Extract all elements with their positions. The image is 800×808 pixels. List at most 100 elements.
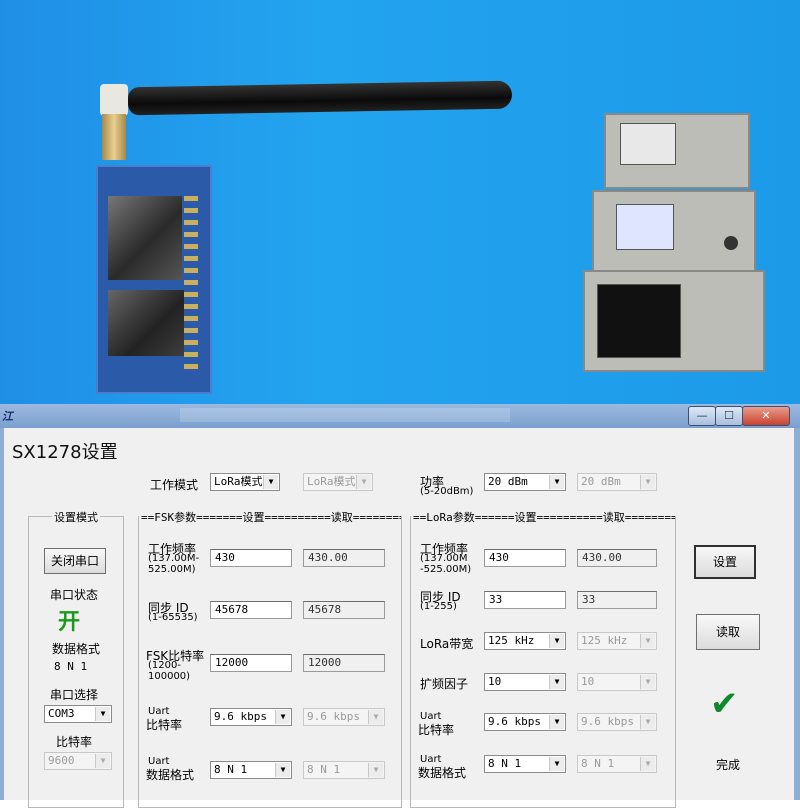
- set-button[interactable]: 设置: [694, 545, 756, 579]
- fsk-uart-rate-value: 9.6 kbps: [214, 710, 267, 723]
- chevron-down-icon: ▼: [263, 475, 278, 489]
- app-icon: 江: [2, 410, 13, 423]
- lora-freq-read: 430.00: [577, 549, 657, 567]
- fsk-sync-read: 45678: [303, 601, 385, 619]
- signal-generator: [592, 190, 756, 272]
- port-select-value: COM3: [48, 707, 75, 720]
- header-pins: [184, 196, 198, 376]
- rf-shield-lower: [108, 290, 196, 356]
- lora-uart-fmt-select[interactable]: 8 N 1 ▼: [484, 755, 566, 773]
- title-text-area: [180, 408, 510, 422]
- chevron-down-icon: ▼: [549, 634, 564, 648]
- done-label: 完成: [716, 758, 741, 772]
- minimize-button[interactable]: —: [688, 406, 716, 426]
- port-status-value: 开: [58, 610, 81, 635]
- lora-sf-value: 10: [488, 675, 502, 688]
- lora-uart-rate-value: 9.6 kbps: [488, 715, 541, 728]
- chevron-down-icon: ▼: [549, 475, 564, 489]
- chevron-down-icon: ▼: [549, 675, 564, 689]
- chevron-down-icon: ▼: [640, 757, 655, 771]
- network-analyzer: [583, 270, 765, 372]
- chevron-down-icon: ▼: [95, 754, 110, 768]
- lora-sync-range: (1-255): [420, 601, 457, 612]
- chevron-down-icon: ▼: [549, 715, 564, 729]
- chevron-down-icon: ▼: [95, 707, 110, 721]
- window-frame-left: [0, 428, 4, 800]
- lora-sync-read: 33: [577, 591, 657, 609]
- fsk-uart-fmt-read: 8 N 1 ▼: [303, 761, 385, 779]
- fsk-bitrate-range-2: 100000): [148, 671, 191, 682]
- power-select[interactable]: 20 dBm ▼: [484, 473, 566, 491]
- chevron-down-icon: ▼: [640, 675, 655, 689]
- mode-read: LoRa模式 ▼: [303, 473, 373, 491]
- lora-uart-rate-select[interactable]: 9.6 kbps ▼: [484, 713, 566, 731]
- baud-label: 比特率: [56, 735, 93, 749]
- fsk-uart-fmt-select[interactable]: 8 N 1 ▼: [210, 761, 292, 779]
- fsk-bitrate-read: 12000: [303, 654, 385, 672]
- power-read-value: 20 dBm: [581, 475, 621, 488]
- lora-freq-range-1: (137.00M: [420, 553, 468, 564]
- chevron-down-icon: ▼: [640, 475, 655, 489]
- lora-uart-fmt-value: 8 N 1: [488, 757, 522, 770]
- chevron-down-icon: ▼: [368, 710, 383, 724]
- lora-sf-select[interactable]: 10 ▼: [484, 673, 566, 691]
- data-format-value: 8 N 1: [54, 660, 88, 673]
- read-button[interactable]: 读取: [696, 614, 760, 650]
- close-button[interactable]: ✕: [742, 406, 790, 426]
- close-port-button[interactable]: 关闭串口: [44, 548, 106, 574]
- mode-select[interactable]: LoRa模式 ▼: [210, 473, 280, 491]
- rf-shield: [108, 196, 182, 280]
- power-range: (5-20dBm): [420, 486, 474, 497]
- baud-select-value: 9600: [48, 754, 75, 767]
- fsk-freq-read: 430.00: [303, 549, 385, 567]
- lora-params-title: ==LoRa参数======设置==========读取=========: [411, 511, 675, 524]
- product-photo: [0, 0, 800, 405]
- fsk-uart-fmt-value: 8 N 1: [214, 763, 248, 776]
- port-status-label: 串口状态: [50, 588, 99, 602]
- fsk-bitrate-range-1: (1200-: [148, 660, 181, 671]
- fsk-uart-fmt-label-2: 数据格式: [146, 768, 195, 782]
- fsk-uart-rate-read-value: 9.6 kbps: [307, 710, 360, 723]
- lora-sf-read-value: 10: [581, 675, 595, 688]
- antenna-base: [100, 84, 128, 116]
- lora-freq-input[interactable]: 430: [484, 549, 566, 567]
- lora-sync-input[interactable]: 33: [484, 591, 566, 609]
- lora-bw-read-value: 125 kHz: [581, 634, 628, 647]
- lora-uart-fmt-read-value: 8 N 1: [581, 757, 615, 770]
- lora-uart-fmt-label-2: 数据格式: [418, 766, 467, 780]
- fsk-bitrate-input[interactable]: 12000: [210, 654, 292, 672]
- title-bar[interactable]: 江 — ☐ ✕: [0, 404, 800, 428]
- chevron-down-icon: ▼: [275, 710, 290, 724]
- app-window: 江 — ☐ ✕ SX1278设置 工作模式 LoRa模式 ▼ LoRa模式 ▼ 功率…: [0, 404, 800, 808]
- fsk-uart-rate-label-2: 比特率: [146, 718, 183, 732]
- port-select[interactable]: COM3 ▼: [44, 705, 112, 723]
- fsk-freq-range-1: (137.00M-: [148, 553, 200, 564]
- app-title: SX1278设置: [12, 442, 118, 463]
- settings-mode-title: 设置模式: [52, 511, 100, 524]
- fsk-sync-range: (1-65535): [148, 612, 198, 623]
- fsk-uart-rate-select[interactable]: 9.6 kbps ▼: [210, 708, 292, 726]
- baud-select: 9600 ▼: [44, 752, 112, 770]
- lora-bw-select[interactable]: 125 kHz ▼: [484, 632, 566, 650]
- window-frame-right: [794, 428, 800, 800]
- mode-select-value: LoRa模式: [214, 475, 263, 488]
- lora-bw-label: LoRa带宽: [420, 637, 474, 651]
- antenna: [127, 80, 513, 116]
- lora-bw-read: 125 kHz ▼: [577, 632, 657, 650]
- chevron-down-icon: ▼: [356, 475, 371, 489]
- power-select-value: 20 dBm: [488, 475, 528, 488]
- power-read: 20 dBm ▼: [577, 473, 657, 491]
- fsk-freq-input[interactable]: 430: [210, 549, 292, 567]
- fsk-params-title: ==FSK参数=======设置==========读取=========: [139, 511, 401, 524]
- chevron-down-icon: ▼: [275, 763, 290, 777]
- lora-uart-rate-label-2: 比特率: [418, 723, 455, 737]
- fsk-sync-input[interactable]: 45678: [210, 601, 292, 619]
- maximize-button[interactable]: ☐: [715, 406, 743, 426]
- sma-connector: [102, 114, 126, 160]
- lora-uart-fmt-read: 8 N 1 ▼: [577, 755, 657, 773]
- chevron-down-icon: ▼: [368, 763, 383, 777]
- fsk-uart-rate-read: 9.6 kbps ▼: [303, 708, 385, 726]
- lora-sf-label: 扩频因子: [420, 677, 469, 691]
- lora-sf-read: 10 ▼: [577, 673, 657, 691]
- lora-freq-range-2: -525.00M): [420, 564, 472, 575]
